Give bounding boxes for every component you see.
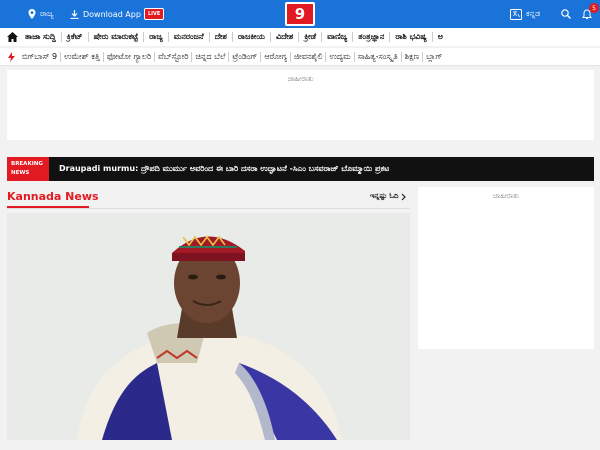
topic-link[interactable]: ಉದ್ಯಮ bbox=[326, 51, 355, 62]
language-selector[interactable]: ಕನ್ನಡ bbox=[510, 0, 540, 28]
read-more-label: ಇನ್ನಷ್ಟು ಓದಿ bbox=[370, 192, 399, 200]
nav-link[interactable]: ಮನರಂಜನೆ bbox=[169, 32, 210, 42]
live-label: LIVE bbox=[144, 8, 165, 20]
hero-news-image[interactable] bbox=[7, 213, 410, 440]
topic-link[interactable]: ಫೋಟೋ ಗ್ಯಾಲರಿ bbox=[104, 51, 156, 62]
topic-link[interactable]: ಶಿಕ್ಷಣ bbox=[402, 51, 424, 62]
topic-link[interactable]: ಚಿನ್ನದ ಬೆಲೆ bbox=[192, 51, 230, 62]
home-icon bbox=[6, 32, 18, 42]
bolt-icon bbox=[7, 51, 15, 62]
live-button[interactable]: LIVE bbox=[144, 0, 165, 28]
breaking-headline[interactable]: Draupadi murmu: ದ್ರೌಪದಿ ಮುರ್ಮು ಅವರಿಂದ ಈ … bbox=[49, 164, 389, 174]
secondary-nav: ಬಿಗ್‌ಬಾಸ್ 9 ಉಮೇಶ್ ಕತ್ತಿ ಫೋಟೋ ಗ್ಯಾಲರಿ ವೆಬ… bbox=[0, 48, 600, 66]
nav-link[interactable]: ರಾಶಿ ಭವಿಷ್ಯ bbox=[390, 32, 433, 42]
top-bar: ರಾಜ್ಯ Download App LIVE 9 ಕನ್ನಡ 5 bbox=[0, 0, 600, 28]
search-icon bbox=[561, 9, 571, 19]
side-advertisement[interactable]: ಜಾಹೀರಾತು bbox=[418, 187, 594, 349]
topic-link[interactable]: ಆರೋಗ್ಯ bbox=[261, 51, 292, 62]
nav-link[interactable]: ದೇಶ bbox=[210, 32, 233, 42]
topic-link[interactable]: ಜೀವನಶೈಲಿ bbox=[291, 51, 327, 62]
search-button[interactable] bbox=[561, 0, 571, 28]
download-icon bbox=[70, 9, 79, 19]
topic-link[interactable]: ಬ್ಲಾಗ್ bbox=[423, 52, 445, 62]
topic-link[interactable]: ಬಿಗ್‌ಬಾಸ್ 9 bbox=[19, 51, 62, 62]
side-ad-label: ಜಾಹೀರಾತು bbox=[492, 192, 520, 200]
state-label: ರಾಜ್ಯ bbox=[40, 9, 54, 18]
nav-link[interactable]: ತಾಜಾ ಸುದ್ದಿ bbox=[20, 32, 62, 42]
download-app-link[interactable]: Download App bbox=[70, 0, 141, 28]
primary-nav: ತಾಜಾ ಸುದ್ದಿ ಕ್ರಿಕೆಟ್ ಷೇರು ಮಾರುಕಟ್ಟೆ ರಾಜ್… bbox=[0, 28, 600, 46]
nav-link[interactable]: ತಂತ್ರಜ್ಞಾನ bbox=[353, 32, 391, 42]
notification-badge: 5 bbox=[589, 3, 599, 13]
section-divider bbox=[7, 208, 410, 209]
logo-text: 9 bbox=[294, 5, 306, 23]
nav-link[interactable]: ಷೇರು ಮಾರುಕಟ್ಟೆ bbox=[89, 32, 145, 42]
nav-link[interactable]: ವಿದೇಶ bbox=[271, 32, 300, 42]
topic-link[interactable]: ವೆಬ್‌ಸ್ಟೋರಿ bbox=[155, 51, 193, 62]
breaking-news-bar[interactable]: BREAKING NEWS Draupadi murmu: ದ್ರೌಪದಿ ಮು… bbox=[7, 157, 594, 181]
topic-link[interactable]: ಉಮೇಶ್ ಕತ್ತಿ bbox=[61, 51, 104, 62]
top-advertisement[interactable]: ಜಾಹೀರಾತು bbox=[7, 70, 594, 140]
ad-label: ಜಾಹೀರಾತು bbox=[287, 75, 314, 83]
nav-link[interactable]: ಕ್ರೀಡೆ bbox=[299, 32, 323, 42]
breaking-tag: BREAKING NEWS bbox=[7, 157, 49, 181]
language-label: ಕನ್ನಡ bbox=[526, 9, 541, 18]
tv9-logo[interactable]: 9 bbox=[285, 2, 315, 26]
read-more-link[interactable]: ಇನ್ನಷ್ಟು ಓದಿ bbox=[370, 192, 406, 201]
section-underline bbox=[7, 206, 89, 208]
nav-link[interactable]: ಕ್ರಿಕೆಟ್ bbox=[62, 32, 89, 42]
nav-link[interactable]: ರಾಜ್ಯ bbox=[144, 32, 169, 42]
state-selector[interactable]: ರಾಜ್ಯ bbox=[28, 0, 54, 28]
portrait-illustration bbox=[7, 213, 410, 440]
section-title: Kannada News bbox=[7, 190, 99, 203]
location-icon bbox=[28, 9, 36, 19]
home-link[interactable] bbox=[4, 32, 20, 42]
chevron-right-icon bbox=[401, 193, 406, 200]
trending-marker bbox=[3, 51, 19, 62]
nav-link[interactable]: ವಾಣಿಜ್ಯ bbox=[322, 32, 354, 42]
topic-link[interactable]: ಸಾಹಿತ್ಯ-ಸಂಸ್ಕೃತಿ bbox=[355, 51, 402, 62]
translate-icon bbox=[510, 8, 522, 20]
download-label: Download App bbox=[83, 9, 141, 19]
nav-link[interactable]: ರಾಜಕೀಯ bbox=[233, 32, 271, 42]
topic-link[interactable]: ಟ್ರೆಂಡಿಂಗ್ bbox=[229, 51, 262, 62]
nav-link[interactable]: ಅ bbox=[433, 32, 448, 42]
